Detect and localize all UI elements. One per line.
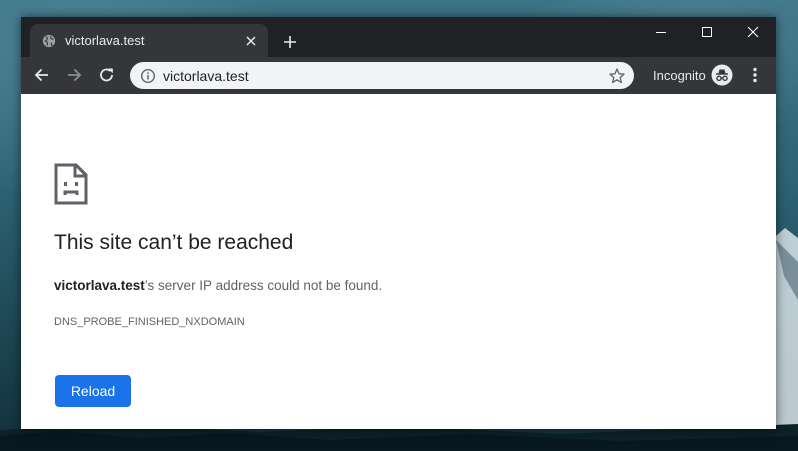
new-tab-icon[interactable] [280,32,300,52]
error-message-text: ’s server IP address could not be found. [144,278,383,293]
error-title: This site can’t be reached [54,231,294,254]
maximize-icon[interactable] [684,17,730,47]
reload-icon[interactable] [97,65,117,85]
tab-strip: victorlava.test [21,17,776,57]
error-message: victorlava.test’s server IP address coul… [54,278,382,293]
forward-arrow-icon[interactable] [64,65,84,85]
window-close-icon[interactable] [730,17,776,47]
incognito-icon[interactable] [711,64,733,86]
browser-window: victorlava.test victorlava.test Incognit… [21,17,776,429]
bookmark-star-icon[interactable] [608,67,626,85]
url-text[interactable]: victorlava.test [163,68,249,84]
minimize-icon[interactable] [638,17,684,47]
error-code: DNS_PROBE_FINISHED_NXDOMAIN [54,316,245,328]
toolbar: victorlava.test Incognito [21,57,776,94]
close-icon[interactable] [244,34,258,48]
tab-victorlava[interactable]: victorlava.test [30,24,268,57]
globe-icon [42,34,56,48]
sad-page-icon [54,163,88,205]
back-arrow-icon[interactable] [32,65,52,85]
tab-title: victorlava.test [65,33,145,48]
reload-button[interactable]: Reload [55,375,131,407]
info-icon[interactable] [140,68,156,84]
page-content: This site can’t be reached victorlava.te… [21,94,776,429]
incognito-label: Incognito [653,68,706,83]
error-host: victorlava.test [54,278,145,293]
kebab-menu-icon[interactable] [745,65,765,85]
address-bar[interactable]: victorlava.test [130,62,634,89]
